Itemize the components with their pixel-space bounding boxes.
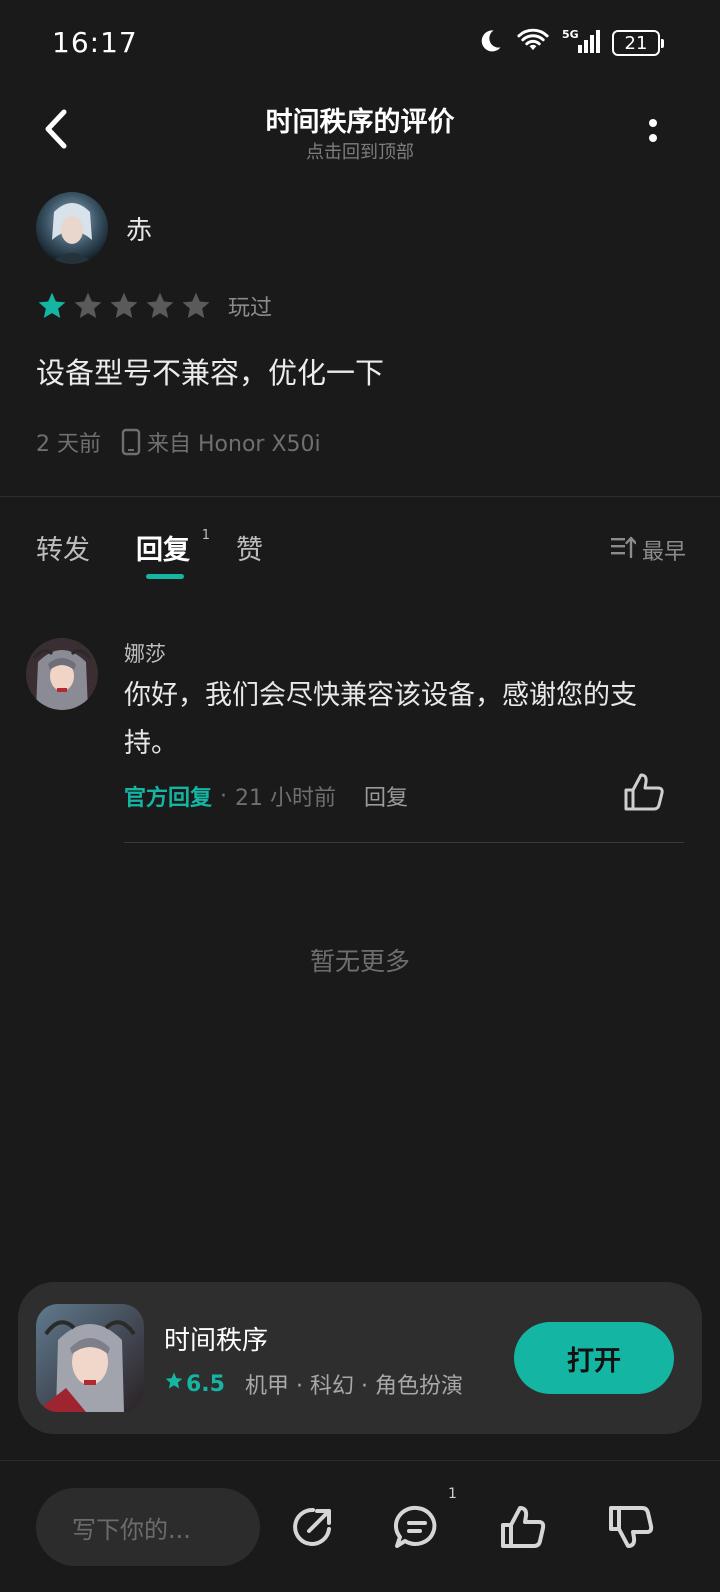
star-icon [110, 292, 138, 318]
star-icon [164, 1371, 184, 1397]
comment-input[interactable]: 写下你的... [36, 1488, 260, 1566]
tab-underline [146, 574, 184, 579]
reviewer[interactable]: 赤 [36, 192, 152, 264]
game-meta: 6.5 机甲 · 科幻 · 角色扮演 [164, 1368, 463, 1400]
review-time: 2 天前 [36, 432, 101, 457]
divider [124, 842, 684, 843]
divider [0, 496, 720, 497]
star-icon [146, 292, 174, 318]
game-icon[interactable] [36, 1304, 144, 1412]
reply-text: 你好，我们会尽快兼容该设备，感谢您的支持。 [124, 680, 637, 759]
tab-label: 赞 [236, 535, 263, 566]
no-more-text: 暂无更多 [309, 947, 410, 976]
official-reply-badge: 官方回复 [124, 786, 213, 811]
star-icon [38, 292, 66, 318]
game-score: 6.5 [186, 1371, 225, 1397]
avatar[interactable] [36, 192, 108, 264]
rating-row: 玩过 [36, 288, 272, 324]
sort-icon [610, 535, 637, 565]
sort-label: 最早 [641, 540, 686, 565]
battery-icon: 21 [612, 30, 664, 56]
reply-time: 21 小时前 [235, 786, 337, 811]
more-vertical-icon[interactable] [638, 112, 668, 148]
header: 时间秩序的评价 点击回到顶部 [0, 84, 720, 174]
avatar[interactable] [26, 638, 98, 710]
moon-icon [476, 27, 504, 59]
tab-label: 回复 [136, 535, 190, 566]
status-time: 16:17 [52, 26, 138, 59]
reply-author[interactable]: 娜莎 [124, 638, 166, 668]
divider [0, 1460, 720, 1461]
review-meta: 2 天前 来自 Honor X50i [36, 426, 321, 458]
star-icon [182, 292, 210, 318]
game-tags: 机甲 · 科幻 · 角色扮演 [244, 1374, 463, 1399]
tab-likes[interactable]: 赞 [236, 528, 263, 567]
wifi-icon [516, 27, 550, 59]
sort-button[interactable]: 最早 [610, 534, 686, 566]
reply-button[interactable]: 回复 [364, 780, 408, 812]
comment-count-badge: 1 [448, 1486, 457, 1502]
page-title[interactable]: 时间秩序的评价 [0, 100, 720, 139]
phone-icon [121, 428, 141, 456]
star-icon [74, 292, 102, 318]
open-game-button[interactable]: 打开 [514, 1322, 674, 1394]
review-device: 来自 Honor X50i [147, 432, 321, 457]
game-card[interactable]: 时间秩序 6.5 机甲 · 科幻 · 角色扮演 打开 [18, 1282, 702, 1434]
status-icons: 5G 21 [476, 26, 664, 60]
rating-stars [36, 290, 212, 322]
tab-forward[interactable]: 转发 [36, 528, 90, 567]
svg-text:5G: 5G [562, 28, 579, 41]
game-name[interactable]: 时间秩序 [164, 1320, 268, 1357]
status-bar: 16:17 5G 21 [0, 0, 720, 84]
share-icon[interactable] [286, 1500, 340, 1554]
signal-icon: 5G [562, 27, 600, 59]
reply-meta: 官方回复 · 21 小时前 回复 [124, 780, 408, 812]
played-label: 玩过 [228, 296, 273, 321]
tab-label: 转发 [36, 535, 90, 566]
separator: · [220, 783, 228, 809]
thumbs-up-icon[interactable] [622, 770, 666, 814]
tabs: 转发 回复 1 赞 [36, 528, 309, 579]
thumbs-down-icon[interactable] [604, 1500, 658, 1554]
tab-count: 1 [201, 528, 210, 543]
scroll-to-top-hint[interactable]: 点击回到顶部 [0, 138, 720, 164]
tab-replies[interactable]: 回复 1 [136, 528, 210, 579]
thumbs-up-icon[interactable] [496, 1500, 550, 1554]
comment-icon[interactable] [390, 1500, 444, 1554]
review-text: 设备型号不兼容，优化一下 [36, 356, 385, 390]
reviewer-name[interactable]: 赤 [126, 210, 152, 247]
